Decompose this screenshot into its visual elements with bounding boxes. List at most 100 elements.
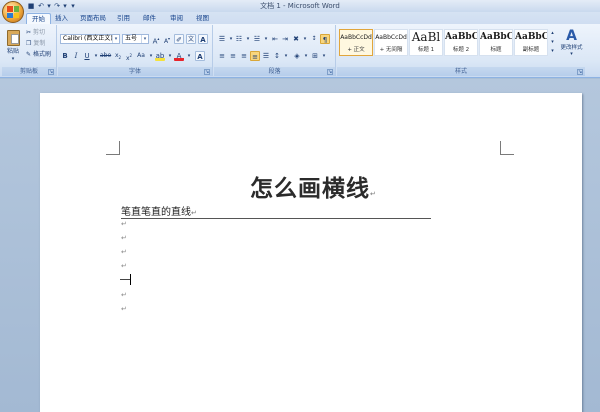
clipboard-dialog-launcher[interactable]: ↘ — [48, 69, 54, 75]
style-subtitle[interactable]: AaBbC 副标题 — [514, 29, 548, 56]
phonetic-guide-icon[interactable]: 文 — [186, 34, 196, 44]
empty-paragraph[interactable]: ↵ — [121, 291, 127, 299]
format-painter-label: 格式刷 — [32, 51, 51, 58]
grow-font-icon[interactable]: A▴ — [151, 34, 161, 45]
style-normal[interactable]: AaBbCcDd + 正文 — [339, 29, 373, 56]
cut-label: 剪切 — [32, 29, 45, 36]
horizontal-line — [121, 218, 431, 219]
empty-paragraph[interactable]: ↵ — [121, 220, 127, 228]
font-name-value: Calibri (西文正文) — [63, 35, 113, 42]
chevron-down-icon[interactable]: ▾ — [319, 51, 329, 61]
crop-mark — [500, 141, 514, 155]
tab-home[interactable]: 开始 — [26, 13, 51, 24]
office-button[interactable] — [2, 1, 24, 23]
style-sample: AaBbC — [445, 32, 477, 42]
font-size-value: 五号 — [125, 35, 138, 42]
clipboard-group: 粘贴 ▾ ✂ 剪切 ❐ 复制 ✎ 格式刷 剪贴板 ↘ — [2, 25, 57, 76]
chevron-down-icon: ▾ — [141, 35, 148, 43]
typed-dash — [120, 279, 130, 280]
line-text: 笔直笔直的直线 — [121, 207, 191, 218]
italic-icon[interactable]: I — [71, 51, 81, 61]
distributed-icon[interactable]: ☰ — [261, 51, 271, 61]
character-shading-icon[interactable]: A — [195, 51, 205, 61]
tab-mailings[interactable]: 邮件 — [138, 13, 161, 24]
highlight-icon[interactable]: ab — [155, 51, 165, 61]
empty-paragraph[interactable]: ↵ — [121, 305, 127, 313]
copy-label: 复制 — [33, 40, 46, 47]
chevron-down-icon: ▾ — [112, 35, 119, 43]
gallery-scroll-down-icon[interactable]: ▾ — [549, 38, 556, 46]
tab-references[interactable]: 引用 — [112, 13, 135, 24]
document-page[interactable]: 怎么画横线↵ 笔直笔直的直线↵ ↵ ↵ ↵ ↵ ↵ ↵ — [40, 93, 582, 412]
tab-insert[interactable]: 插入 — [50, 13, 73, 24]
styles-group-label: 样式 — [337, 67, 585, 76]
show-formatting-marks-icon[interactable]: ¶ — [320, 34, 330, 44]
style-sample: AaBbCcDd — [375, 34, 407, 41]
document-line-text[interactable]: 笔直笔直的直线↵ — [121, 203, 197, 218]
empty-paragraph[interactable]: ↵ — [121, 248, 127, 256]
style-sample: AaBl — [411, 30, 441, 44]
office-logo-icon — [7, 6, 19, 18]
decrease-indent-icon[interactable]: ⇤ — [270, 34, 280, 44]
empty-paragraph[interactable]: ↵ — [121, 234, 127, 242]
change-case-icon[interactable]: Aa — [136, 51, 146, 61]
strikethrough-icon[interactable]: abe — [100, 51, 111, 61]
paragraph-group: ☰ ▾ ☷ ▾ ☱ ▾ ⇤ ⇥ ✖ ▾ ↕ ¶ ≡ ≡ ≡ ≡ ☰ ↕ ▾ ◈ … — [214, 25, 336, 76]
document-heading[interactable]: 怎么画横线↵ — [250, 169, 377, 203]
tab-review[interactable]: 审阅 — [165, 13, 188, 24]
ribbon: 粘贴 ▾ ✂ 剪切 ❐ 复制 ✎ 格式刷 剪贴板 ↘ Calibri (西文正文… — [0, 24, 600, 78]
font-dialog-launcher[interactable]: ↘ — [204, 69, 210, 75]
change-styles-icon: A — [566, 28, 577, 44]
ribbon-tabs: 开始 插入 页面布局 引用 邮件 审阅 视图 — [0, 12, 600, 24]
style-no-spacing[interactable]: AaBbCcDd + 无间隔 — [374, 29, 408, 56]
align-left-icon[interactable]: ≡ — [217, 51, 227, 61]
paragraph-mark: ↵ — [370, 190, 377, 198]
bold-icon[interactable]: B — [60, 51, 70, 61]
paragraph-mark: ↵ — [191, 209, 197, 217]
style-heading-2[interactable]: AaBbC 标题 2 — [444, 29, 478, 56]
subscript-icon[interactable]: x2 — [113, 51, 123, 61]
font-size-select[interactable]: 五号 ▾ — [122, 34, 149, 44]
font-color-icon[interactable]: A — [174, 51, 184, 61]
chevron-down-icon[interactable]: ▾ — [184, 51, 194, 61]
document-area: 怎么画横线↵ 笔直笔直的直线↵ ↵ ↵ ↵ ↵ ↵ ↵ — [0, 79, 600, 412]
copy-button[interactable]: ❐ 复制 — [25, 38, 46, 48]
title-bar: ■ ↶ ▾ ↷ ▾ ▾ 文档 1 - Microsoft Word — [0, 0, 600, 23]
font-name-select[interactable]: Calibri (西文正文) ▾ — [60, 34, 120, 44]
chevron-down-icon[interactable]: ▾ — [281, 51, 291, 61]
gallery-scroll-up-icon[interactable]: ▴ — [549, 29, 556, 37]
font-group: Calibri (西文正文) ▾ 五号 ▾ A▴ A▾ ✐ 文 A B I U … — [58, 25, 213, 76]
chevron-down-icon: ▾ — [570, 51, 573, 57]
align-right-icon[interactable]: ≡ — [239, 51, 249, 61]
empty-paragraph[interactable]: ↵ — [121, 262, 127, 270]
paragraph-group-label: 段落 — [214, 67, 335, 76]
change-styles-button[interactable]: A 更改样式 ▾ — [558, 27, 585, 63]
format-painter-button[interactable]: ✎ 格式刷 — [25, 49, 52, 59]
crop-mark — [106, 141, 120, 155]
style-name: 标题 2 — [452, 47, 470, 53]
paragraph-dialog-launcher[interactable]: ↘ — [327, 69, 333, 75]
font-group-label: 字体 — [58, 67, 212, 76]
style-name: 副标题 — [522, 47, 540, 53]
style-title[interactable]: AaBbC 标题 — [479, 29, 513, 56]
superscript-icon[interactable]: x2 — [124, 51, 134, 62]
style-name: 标题 — [490, 47, 502, 53]
styles-dialog-launcher[interactable]: ↘ — [577, 69, 583, 75]
clear-formatting-icon[interactable]: ✐ — [174, 34, 184, 44]
character-border-icon[interactable]: A — [198, 34, 208, 44]
paste-button[interactable]: 粘贴 ▾ — [3, 26, 23, 64]
window-title: 文档 1 - Microsoft Word — [260, 2, 340, 10]
align-center-icon[interactable]: ≡ — [228, 51, 238, 61]
shrink-font-icon[interactable]: A▾ — [162, 34, 172, 45]
text-caret — [130, 274, 131, 285]
cut-button[interactable]: ✂ 剪切 — [25, 27, 46, 37]
sort-icon[interactable]: ↕ — [309, 34, 319, 44]
tab-page-layout[interactable]: 页面布局 — [75, 13, 111, 24]
style-heading-1[interactable]: AaBl 标题 1 — [409, 29, 443, 56]
gallery-more-icon[interactable]: ▾ — [549, 47, 556, 55]
style-sample: AaBbC — [480, 32, 512, 42]
tab-view[interactable]: 视图 — [191, 13, 214, 24]
justify-icon[interactable]: ≡ — [250, 51, 260, 61]
style-sample: AaBbCcDd — [340, 34, 372, 41]
increase-indent-icon[interactable]: ⇥ — [280, 34, 290, 44]
